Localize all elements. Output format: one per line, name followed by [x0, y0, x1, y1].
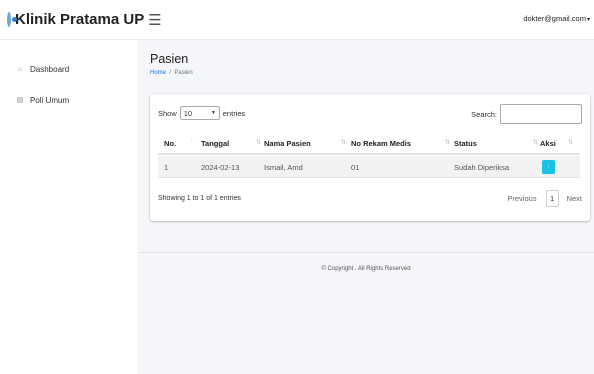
length-value: 10 — [183, 108, 193, 118]
footer-divider — [138, 252, 594, 253]
column-header-nama-pasien[interactable]: Nama Pasien — [264, 139, 311, 148]
sort-icon: ⇅ — [568, 140, 574, 146]
entries-label: entries — [222, 108, 246, 118]
breadcrumb-current: Pasien — [174, 70, 193, 76]
page-1-button[interactable]: 1 — [545, 190, 559, 207]
user-menu[interactable]: dokter@gmail.com▾ — [523, 14, 590, 23]
action-icon: ↑ — [547, 164, 550, 170]
sort-icon: ⇅ — [445, 140, 451, 146]
column-header-aksi[interactable]: Aksi — [540, 139, 556, 148]
cell-rekam-medis: 01 — [351, 163, 360, 172]
page-title: Pasien — [150, 52, 189, 66]
previous-button[interactable]: Previous — [507, 194, 536, 203]
pagination: Previous 1 Next — [507, 190, 582, 207]
main-content: Pasien Home / Pasien Show 10 ▼ entries S… — [138, 40, 594, 374]
user-email: dokter@gmail.com — [523, 14, 586, 23]
footer-copyright: © Copyright . All Rights Reserved — [321, 266, 411, 272]
show-label: Show — [158, 108, 177, 118]
clinic-logo-icon — [7, 12, 17, 27]
sidebar: ⌂ Dashboard ▤ Poli Umum — [0, 40, 138, 374]
table-row: 1 2024-02-13 Ismail, Amd 01 Sudah Diperi… — [158, 156, 580, 178]
breadcrumb: Home / Pasien — [150, 70, 193, 76]
search-control: Search: — [471, 104, 582, 124]
cell-no: 1 — [164, 163, 169, 172]
cell-nama-pasien: Ismail, Amd — [264, 163, 303, 172]
search-input[interactable] — [500, 104, 582, 124]
sidebar-item-dashboard[interactable]: ⌂ Dashboard — [0, 62, 69, 76]
table-info: Showing 1 to 1 of 1 entries — [158, 195, 241, 202]
hamburger-icon[interactable]: ☰ — [148, 11, 161, 29]
top-navbar: Klinik Pratama UP ☰ dokter@gmail.com▾ — [0, 0, 594, 40]
sort-icon: ⇅ — [341, 140, 347, 146]
sort-icon: ↑ — [190, 139, 193, 145]
cell-tanggal: 2024-02-13 — [201, 163, 240, 172]
entries-length-select[interactable]: 10 ▼ — [179, 106, 220, 120]
sort-icon: ⇅ — [256, 140, 262, 146]
sidebar-item-label: Poli Umum — [30, 95, 70, 105]
brand-name: Klinik Pratama UP — [15, 11, 145, 28]
brand[interactable]: Klinik Pratama UP ☰ — [0, 0, 162, 40]
action-button[interactable]: ↑ — [542, 160, 555, 174]
house-icon: ⌂ — [17, 65, 23, 73]
sort-icon: ⇅ — [533, 140, 539, 146]
column-header-no-rekam-medis[interactable]: No Rekam Medis — [351, 139, 411, 148]
sidebar-item-label: Dashboard — [30, 64, 70, 74]
breadcrumb-separator: / — [169, 70, 172, 76]
chevron-down-icon: ▼ — [210, 110, 216, 116]
caret-down-icon: ▾ — [586, 17, 590, 23]
search-label: Search: — [471, 109, 497, 119]
column-header-tanggal[interactable]: Tanggal — [201, 139, 229, 148]
cell-status: Sudah Diperiksa — [454, 163, 510, 172]
length-control: Show 10 ▼ entries — [158, 106, 245, 120]
column-header-no[interactable]: No. — [164, 139, 176, 148]
sidebar-item-poli-umum[interactable]: ▤ Poli Umum — [0, 93, 69, 107]
patients-card: Show 10 ▼ entries Search: No. ↑ Tanggal … — [150, 94, 590, 221]
next-button[interactable]: Next — [567, 194, 582, 203]
column-header-status[interactable]: Status — [454, 139, 477, 148]
breadcrumb-home[interactable]: Home — [150, 70, 166, 76]
table-header: No. ↑ Tanggal ⇅ Nama Pasien ⇅ No Rekam M… — [158, 133, 580, 155]
document-icon: ▤ — [16, 97, 24, 104]
